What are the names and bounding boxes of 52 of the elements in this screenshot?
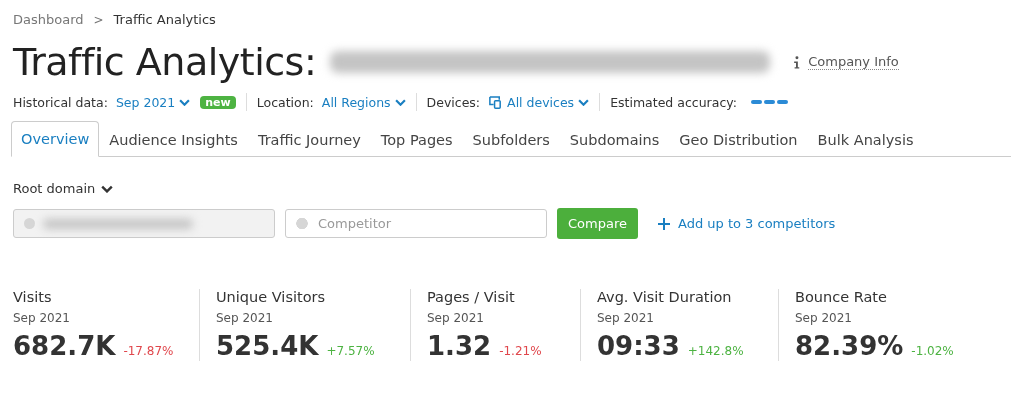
metric-name: Bounce Rate [795,289,888,305]
chevron-icon [394,98,406,106]
metric-period: Sep 2021 [13,311,71,325]
metric-change: -1.02% [911,344,954,358]
tab[interactable]: Audience Insights [99,121,248,157]
filter-label: Location: [256,94,314,110]
metric-value: 82.39% [795,331,904,361]
metric-change: -17.87% [123,344,174,358]
filter-dropdown[interactable]: Sep 2021 [115,94,191,110]
new-badge: new [200,95,236,109]
filter-label: Historical data: [13,94,108,110]
metric-period: Sep 2021 [597,311,655,325]
metric-period: Sep 2021 [427,311,485,325]
metric-value: 525.4K [216,331,319,361]
filter-label: Devices: [426,94,481,110]
devices-icon [488,94,504,110]
metric-name: Pages / Visit [427,289,516,305]
chevron-icon [179,98,191,106]
tab[interactable]: Geo Distribution [669,121,808,157]
breadcrumb-separator: > [93,12,104,27]
accuracy-indicator [750,100,788,104]
metric-period: Sep 2021 [216,311,274,325]
metric-change: -1.21% [499,344,542,358]
tab[interactable]: Subdomains [559,121,670,157]
accuracy-label: Estimated accuracy: [610,94,737,110]
metric-name: Avg. Visit Duration [597,289,733,305]
competitor-field[interactable]: Competitor [285,209,547,238]
breadcrumb-link[interactable]: Dashboard [13,12,84,27]
tab[interactable]: Traffic Journey [247,121,371,157]
metric-name: Unique Visitors [216,289,327,305]
metric-change: +7.57% [326,344,375,358]
tab[interactable]: Subfolders [462,121,560,157]
add-competitors-link[interactable]: Add up to 3 competitors [678,216,836,231]
plus-icon [658,217,670,230]
filter-dropdown[interactable]: All Regions [321,94,406,110]
chevron-icon [578,98,590,106]
metric-name: Visits [13,289,53,305]
tab[interactable]: Overview [11,121,100,157]
page-title: Traffic Analytics: [13,40,317,84]
filter-dropdown[interactable]: All devices [488,94,590,110]
metric-period: Sep 2021 [795,311,853,325]
breadcrumb-current: Traffic Analytics [113,12,216,27]
root-domain-dropdown[interactable]: Root domain [13,181,114,196]
tab[interactable]: Bulk Analysis [807,121,924,157]
company-info-link[interactable]: Company Info [808,54,899,70]
metric-value: 09:33 [597,331,680,361]
info-icon [792,55,801,69]
metric-value: 1.32 [427,331,492,361]
metric-value: 682.7K [13,331,116,361]
chevron-icon [101,184,114,193]
metric-change: +142.8% [687,344,744,358]
tab[interactable]: Top Pages [370,121,463,157]
